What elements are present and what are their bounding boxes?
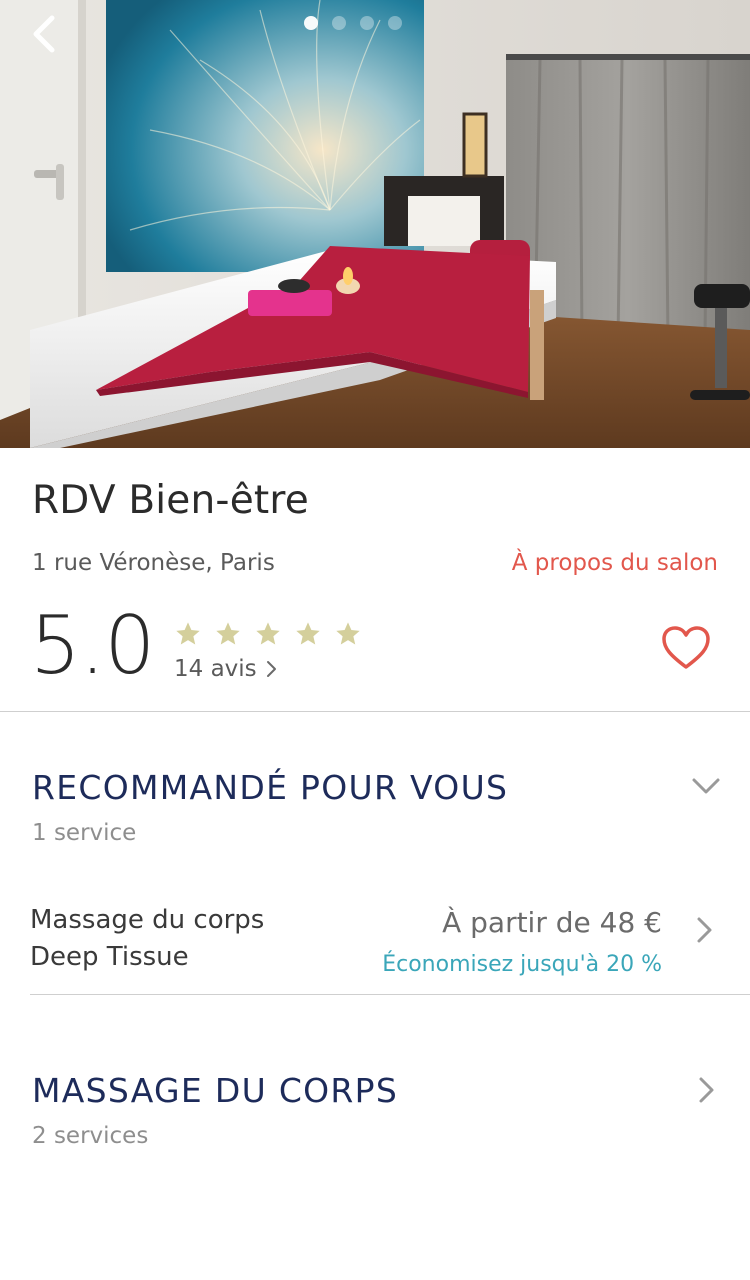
section-title-massage[interactable]: MASSAGE DU CORPS: [32, 1071, 398, 1110]
chevron-right-icon: [699, 1077, 714, 1103]
star-icon: [176, 622, 200, 645]
reviews-count: 14 avis: [174, 656, 257, 682]
gallery-pager[interactable]: [304, 16, 402, 30]
service-name: Massage du corps Deep Tissue: [30, 902, 330, 976]
chevron-down-icon: [692, 778, 720, 794]
pager-dot[interactable]: [388, 16, 402, 30]
salon-name: RDV Bien-être: [32, 478, 309, 523]
salon-photo[interactable]: [0, 0, 750, 448]
service-name-line: Deep Tissue: [30, 942, 189, 972]
star-icon: [336, 622, 360, 645]
divider: [30, 994, 750, 995]
star-icon: [256, 622, 280, 645]
service-row[interactable]: Massage du corps Deep Tissue À partir de…: [30, 902, 720, 994]
pager-dot[interactable]: [304, 16, 318, 30]
salon-address: 1 rue Véronèse, Paris: [32, 550, 275, 576]
chevron-right-icon: [266, 661, 276, 677]
open-section-button[interactable]: [694, 1074, 718, 1110]
star-icon: [216, 622, 240, 645]
section-count-recommended: 1 service: [32, 820, 137, 846]
pager-dot[interactable]: [332, 16, 346, 30]
rating-stars: [174, 620, 362, 648]
chevron-left-icon: [33, 15, 55, 53]
service-discount: Économisez jusqu'à 20 %: [382, 952, 662, 977]
divider: [0, 711, 750, 712]
back-button[interactable]: [24, 8, 72, 56]
chevron-right-icon: [697, 917, 712, 943]
heart-icon: [662, 626, 710, 669]
section-title-recommended[interactable]: RECOMMANDÉ POUR VOUS: [32, 768, 508, 807]
service-name-line: Massage du corps: [30, 905, 265, 935]
star-icon: [296, 622, 320, 645]
favorite-button[interactable]: [660, 624, 712, 672]
about-salon-link[interactable]: À propos du salon: [512, 550, 718, 576]
massage-room-illustration: [0, 0, 750, 448]
service-open-button[interactable]: [692, 914, 716, 950]
rating-value: 5.0: [30, 599, 155, 692]
service-price: À partir de 48 €: [442, 906, 662, 939]
pager-dot[interactable]: [360, 16, 374, 30]
section-count-massage: 2 services: [32, 1123, 149, 1149]
collapse-section-button[interactable]: [690, 772, 722, 804]
reviews-link[interactable]: 14 avis: [174, 656, 279, 682]
